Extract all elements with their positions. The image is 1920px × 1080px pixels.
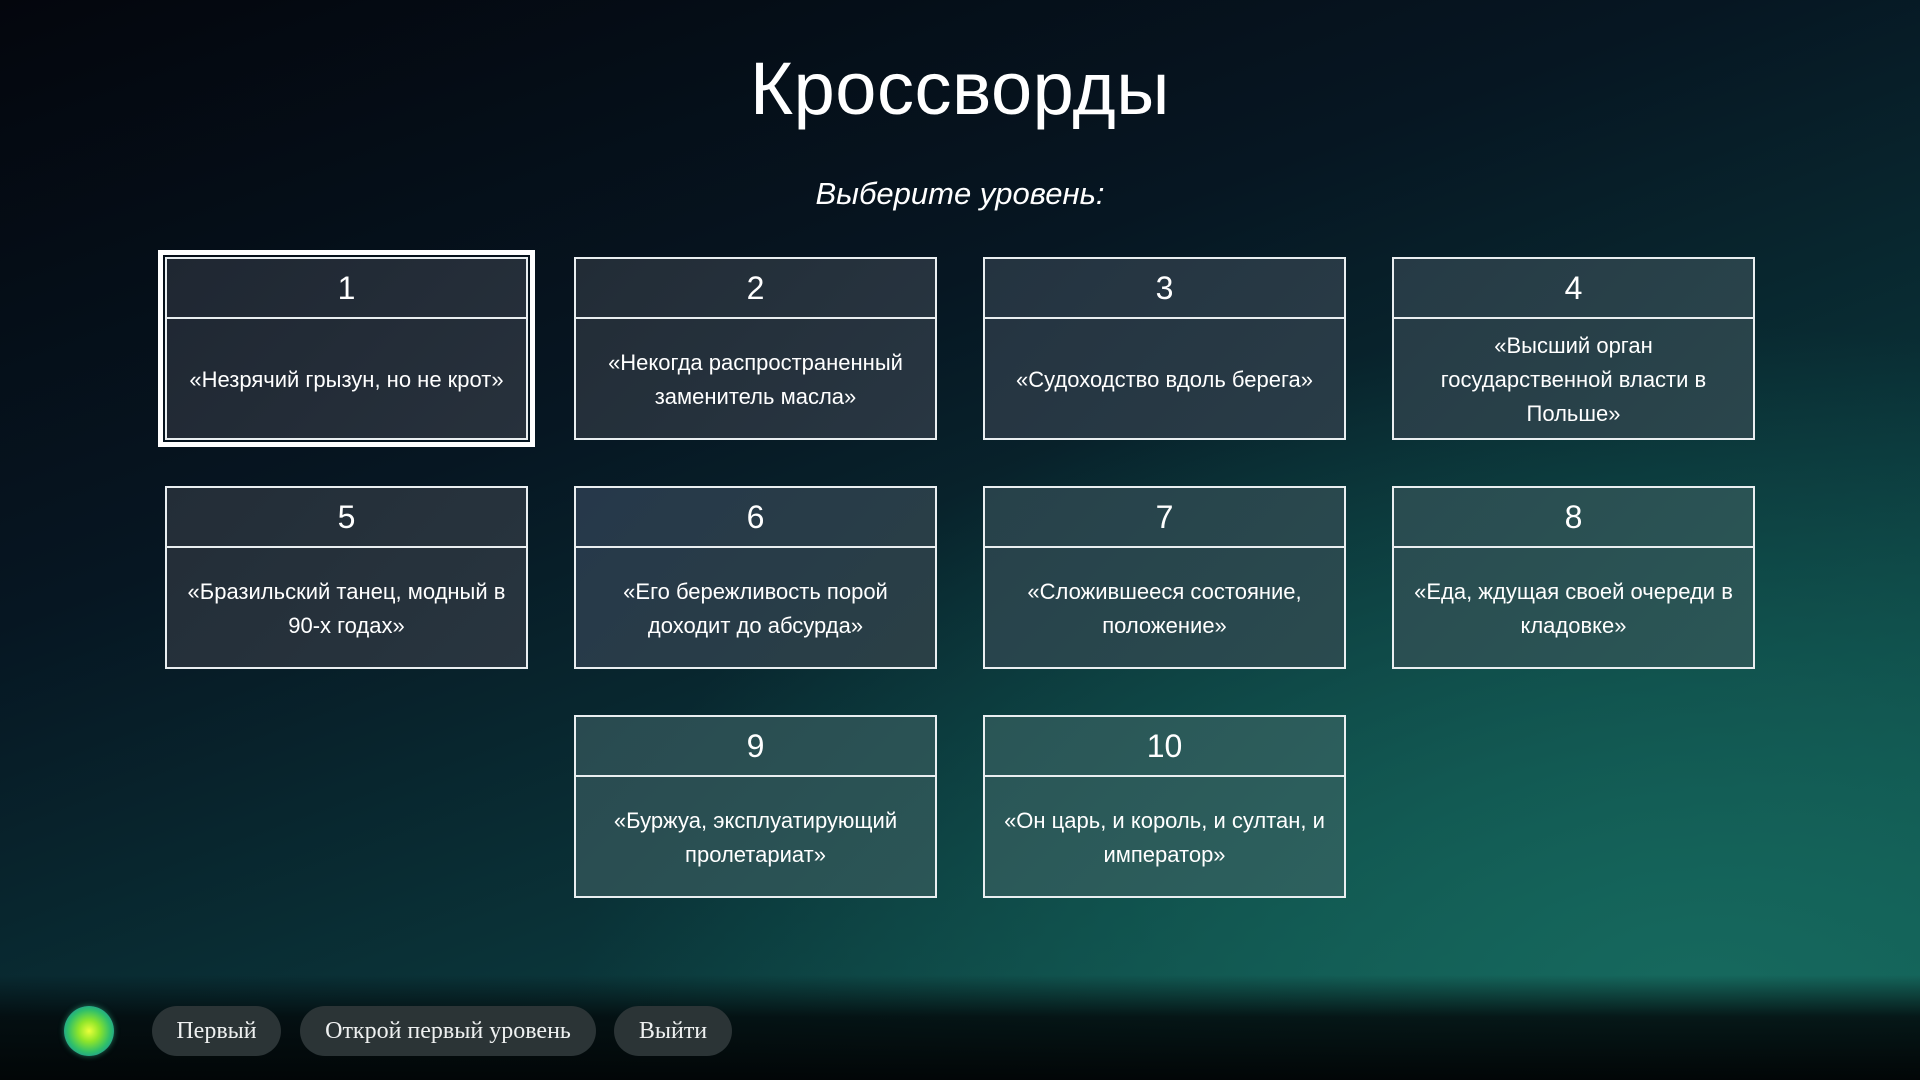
level-number: 3 [985,259,1344,319]
level-number: 8 [1394,488,1753,548]
level-card-10[interactable]: 10 «Он царь, и король, и султан, и импер… [983,715,1346,898]
level-card-6[interactable]: 6 «Его бережливость порой доходит до абс… [574,486,937,669]
page-subtitle: Выберите уровень: [815,176,1105,211]
level-card-7[interactable]: 7 «Сложившееся состояние, положение» [983,486,1346,669]
suggestion-open-first-level-button[interactable]: Открой первый уровень [300,1006,596,1056]
level-clue: «Он царь, и король, и султан, и императо… [1004,807,1325,867]
level-number: 5 [167,488,526,548]
assistant-bar [0,975,1920,1080]
level-card-2[interactable]: 2 «Некогда распространенный заменитель м… [574,257,937,440]
exit-button[interactable]: Выйти [614,1006,732,1056]
level-number: 4 [1394,259,1753,319]
level-clue: «Буржуа, эксплуатирующий пролетариат» [613,807,898,867]
level-card-4[interactable]: 4 «Высший орган государственной власти в… [1392,257,1755,440]
level-clue: «Незрячий грызун, но не крот» [189,366,504,392]
level-number: 2 [576,259,935,319]
level-number: 9 [576,717,935,777]
level-clue: «Судоходство вдоль берега» [1016,366,1313,392]
level-card-8[interactable]: 8 «Еда, ждущая своей очереди в кладовке» [1392,486,1755,669]
level-number: 10 [985,717,1344,777]
level-card-3[interactable]: 3 «Судоходство вдоль берега» [983,257,1346,440]
level-clue: «Высший орган государственной власти в П… [1440,332,1707,426]
voice-assistant-orb-icon[interactable] [64,1006,114,1056]
level-number: 7 [985,488,1344,548]
level-card-1[interactable]: 1 «Незрячий грызун, но не крот» [158,250,535,447]
level-card-9[interactable]: 9 «Буржуа, эксплуатирующий пролетариат» [574,715,937,898]
level-clue: «Еда, ждущая своей очереди в кладовке» [1414,578,1733,638]
level-clue: «Бразильский танец, модный в 90-х годах» [187,578,506,638]
level-clue: «Его бережливость порой доходит до абсур… [623,578,888,638]
level-clue: «Сложившееся состояние, положение» [1027,578,1302,638]
page-title: Кроссворды [750,47,1170,130]
level-number: 6 [576,488,935,548]
level-card-5[interactable]: 5 «Бразильский танец, модный в 90-х года… [165,486,528,669]
level-clue: «Некогда распространенный заменитель мас… [608,349,903,409]
suggestion-first-button[interactable]: Первый [152,1006,281,1056]
level-number: 1 [167,259,526,319]
